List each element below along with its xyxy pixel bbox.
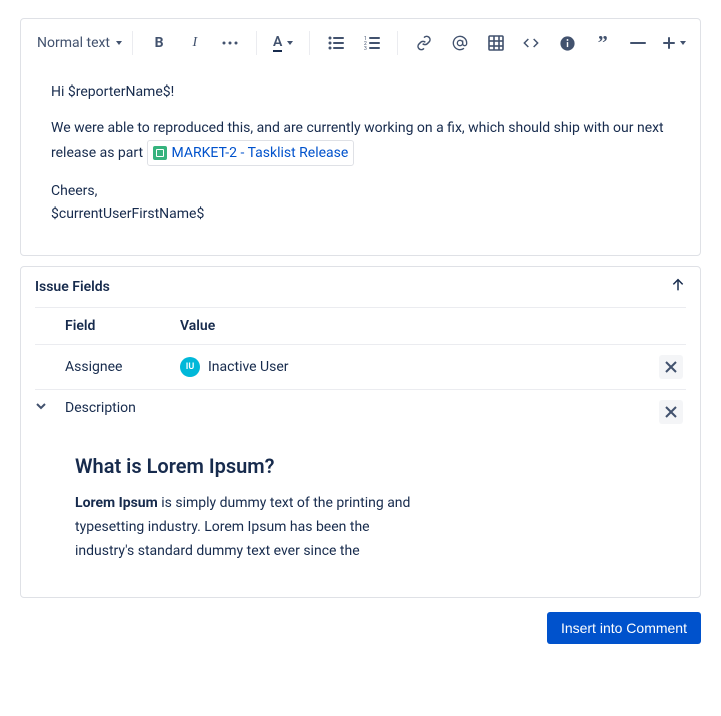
bold-button[interactable]: B [143,27,175,59]
description-content: What is Lorem Ipsum? Lorem Ipsum is simp… [35,434,686,573]
collapse-button[interactable] [670,277,686,297]
assignee-name: Inactive User [208,359,289,375]
signoff-line-1: Cheers, [51,183,97,199]
issue-link-lozenge[interactable]: MARKET-2 - Tasklist Release [147,140,355,166]
issue-key-label: MARKET-2 - Tasklist Release [172,142,349,164]
field-value: IU Inactive User [180,357,656,377]
separator [132,31,133,55]
remove-field-button[interactable] [659,400,683,424]
issue-fields-header: Issue Fields [21,267,700,307]
code-button[interactable] [516,27,548,59]
chevron-down-icon [680,41,686,45]
link-button[interactable] [408,27,440,59]
divider-icon [630,41,646,45]
text-style-label: Normal text [37,35,110,51]
divider-button[interactable] [623,27,655,59]
description-paragraph: Lorem Ipsum is simply dummy text of the … [75,492,415,563]
remove-field-button[interactable] [659,355,683,379]
numbered-list-button[interactable]: 1 2 3 [356,27,388,59]
info-button[interactable] [551,27,583,59]
story-icon [153,146,167,160]
more-formatting-button[interactable] [215,27,247,59]
table-button[interactable] [480,27,512,59]
chevron-down-icon [35,400,47,412]
editor-signoff: Cheers, $currentUserFirstName$ [51,180,670,225]
plus-icon [662,36,676,50]
editor-body-paragraph: We were able to reproduced this, and are… [51,117,670,166]
svg-text:3: 3 [364,46,367,50]
field-name: Description [65,400,180,416]
quote-button[interactable]: ” [587,27,619,59]
table-row: Assignee IU Inactive User [35,345,686,390]
close-icon [665,361,677,373]
bullet-list-button[interactable] [320,27,352,59]
bullet-list-icon [328,36,344,50]
description-heading: What is Lorem Ipsum? [75,454,646,478]
editor-toolbar: Normal text B I A 1 2 3 [21,19,700,67]
editor-greeting: Hi $reporterName$! [51,81,670,103]
issue-fields-title: Issue Fields [35,279,110,295]
header-field: Field [65,318,180,334]
chevron-down-icon [287,41,293,45]
table-header-row: Field Value [35,307,686,345]
mention-button[interactable] [444,27,476,59]
table-icon [488,35,504,51]
more-icon [222,41,238,45]
avatar: IU [180,357,200,377]
chevron-down-icon [116,41,122,45]
footer-actions: Insert into Comment [20,612,701,644]
close-icon [665,406,677,418]
text-style-select[interactable]: Normal text [31,31,122,55]
insert-into-comment-button[interactable]: Insert into Comment [547,612,701,644]
separator [256,31,257,55]
issue-fields-table: Field Value Assignee IU Inactive User [21,307,700,597]
editor-content[interactable]: Hi $reporterName$! We were able to repro… [21,67,700,255]
expand-toggle[interactable] [35,400,47,416]
table-row: Description [35,390,686,434]
separator [309,31,310,55]
code-icon [523,35,539,51]
info-icon [559,35,576,52]
numbered-list-icon: 1 2 3 [364,36,380,50]
text-color-icon: A [273,35,282,52]
mention-icon [452,35,468,51]
text-color-button[interactable]: A [267,27,299,59]
italic-button[interactable]: I [179,27,211,59]
insert-menu-button[interactable] [658,27,690,59]
editor-body-text: We were able to reproduced this, and are… [51,120,664,161]
separator [397,31,398,55]
arrow-up-icon [670,277,686,293]
description-lead: Lorem Ipsum [75,495,158,511]
link-icon [416,35,432,51]
signoff-line-2: $currentUserFirstName$ [51,206,204,222]
header-value: Value [180,318,656,334]
field-name: Assignee [65,359,180,375]
issue-fields-panel: Issue Fields Field Value Assignee IU Ina… [20,266,701,598]
editor-panel: Normal text B I A 1 2 3 [20,18,701,256]
